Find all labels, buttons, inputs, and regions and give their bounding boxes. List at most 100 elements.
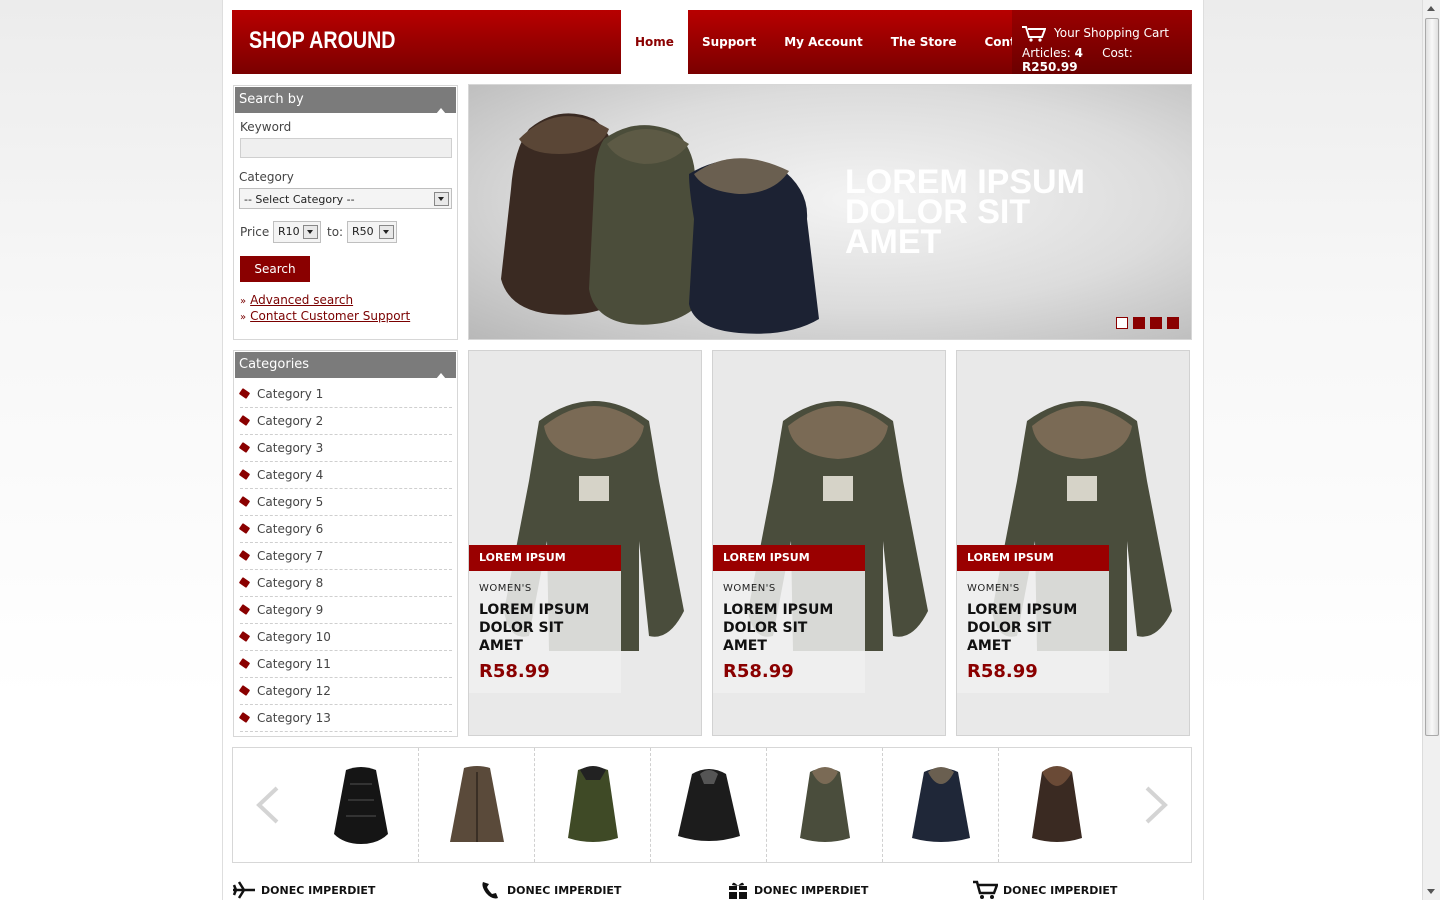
nav-my-account[interactable]: My Account [770,10,877,74]
notch-icon [436,108,446,114]
product-info: WOMEN'S LOREM IPSUM DOLOR SIT AMET R58.9… [469,571,621,693]
advanced-search-link[interactable]: Advanced search [250,293,353,307]
phone-icon [482,882,498,899]
cart-articles-value: 4 [1074,46,1083,60]
slider-dot-4[interactable] [1167,317,1179,329]
chevron-down-icon [379,225,394,239]
carousel-thumb[interactable] [535,748,651,862]
cart-icon [1022,26,1046,42]
double-chevron-right-icon: » [240,312,247,323]
search-box-title-text: Search by [239,92,304,107]
jacket-thumbnail [568,766,618,842]
airplane-icon [232,881,255,899]
cart-cost-value: R250.99 [1022,60,1078,74]
jackets-image [501,113,819,334]
site-header: SHOP AROUND Home Support My Account The … [232,10,1192,74]
scrollbar-thumb[interactable] [1425,18,1439,736]
slider-dot-2[interactable] [1133,317,1145,329]
categories-box-title: Categories [235,352,456,379]
category-item-label: Category 10 [257,630,331,644]
contact-support-link[interactable]: Contact Customer Support [250,309,410,323]
jacket-thumbnail [334,767,388,844]
hero-slider[interactable]: LOREM IPSUM DOLOR SIT AMET [468,84,1192,340]
tag-icon [238,415,251,426]
shopping-cart-summary[interactable]: Your Shopping Cart Articles: 4 Cost: R25… [1012,10,1192,74]
cart-details: Articles: 4 Cost: R250.99 [1022,46,1192,74]
tag-icon [238,388,251,399]
vertical-scrollbar[interactable] [1422,0,1440,900]
category-item[interactable]: Category 9 [238,597,452,624]
slider-dot-3[interactable] [1150,317,1162,329]
category-item-label: Category 5 [257,495,324,509]
category-item-label: Category 6 [257,522,324,536]
product-title[interactable]: LOREM IPSUM DOLOR SIT AMET [723,601,863,655]
cart-cost-label: Cost: [1102,46,1133,60]
category-item[interactable]: Category 6 [238,516,452,543]
price-from-select[interactable]: R10 [273,221,321,243]
carousel-thumb[interactable] [999,748,1114,862]
slider-headline: LOREM IPSUM DOLOR SIT AMET [845,163,1085,261]
feature-item: DONEC IMPERDIET [480,880,621,900]
scroll-down-arrow-icon[interactable] [1423,883,1440,900]
feature-item: DONEC IMPERDIET [727,880,868,900]
category-item[interactable]: Category 13 [238,705,452,732]
product-tag: LOREM IPSUM [713,545,865,571]
category-item[interactable]: Category 7 [238,543,452,570]
category-item[interactable]: Category 4 [238,462,452,489]
price-to-select[interactable]: R50 [347,221,397,243]
carousel-thumb[interactable] [651,748,767,862]
tag-icon [238,577,251,588]
nav-support[interactable]: Support [688,10,770,74]
advanced-search-row: » Advanced search [240,293,353,307]
feature-item: DONEC IMPERDIET [972,880,1117,900]
product-subtitle: WOMEN'S [967,583,1020,594]
category-item[interactable]: Category 12 [238,678,452,705]
tag-icon [238,469,251,480]
product-card[interactable]: LOREM IPSUM WOMEN'S LOREM IPSUM DOLOR SI… [468,350,702,736]
carousel-thumb[interactable] [767,748,883,862]
category-list: Category 1 Category 2 Category 3 Category 4… [238,381,452,732]
jacket-thumbnail [912,767,970,842]
nav-home[interactable]: Home [621,10,688,74]
keyword-input[interactable] [240,138,452,158]
site-logo[interactable]: SHOP AROUND [249,27,396,55]
main-nav: Home Support My Account The Store Contac… [621,10,1051,74]
slider-dot-1[interactable] [1116,317,1128,329]
category-select[interactable]: -- Select Category -- [239,188,452,209]
category-item[interactable]: Category 3 [238,435,452,462]
product-card[interactable]: LOREM IPSUM WOMEN'S LOREM IPSUM DOLOR SI… [956,350,1190,736]
product-card[interactable]: LOREM IPSUM WOMEN'S LOREM IPSUM DOLOR SI… [712,350,946,736]
category-item[interactable]: Category 1 [238,381,452,408]
category-item[interactable]: Category 8 [238,570,452,597]
feature-label: DONEC IMPERDIET [261,883,376,897]
chevron-right-icon[interactable] [1143,786,1171,824]
chevron-down-icon [434,192,449,206]
cart-articles-label: Articles: [1022,46,1071,60]
category-item-label: Category 2 [257,414,324,428]
nav-the-store[interactable]: The Store [877,10,971,74]
jacket-thumbnail [1032,766,1082,842]
carousel-thumb[interactable] [419,748,535,862]
category-item[interactable]: Category 2 [238,408,452,435]
search-button[interactable]: Search [240,256,310,282]
chevron-left-icon[interactable] [253,786,281,824]
carousel-thumb[interactable] [303,748,419,862]
category-item[interactable]: Category 11 [238,651,452,678]
scroll-up-arrow-icon[interactable] [1423,0,1440,17]
category-item[interactable]: Category 10 [238,624,452,651]
category-item-label: Category 13 [257,711,331,725]
product-price: R58.99 [479,661,550,682]
category-select-value: -- Select Category -- [244,193,355,206]
product-title[interactable]: LOREM IPSUM DOLOR SIT AMET [967,601,1107,655]
tag-icon [238,685,251,696]
category-item-label: Category 7 [257,549,324,563]
category-item-label: Category 9 [257,603,324,617]
product-carousel [232,747,1192,863]
product-title[interactable]: LOREM IPSUM DOLOR SIT AMET [479,601,619,655]
price-label: Price [240,225,270,239]
tag-icon [238,712,251,723]
carousel-thumb[interactable] [883,748,999,862]
category-item[interactable]: Category 5 [238,489,452,516]
product-subtitle: WOMEN'S [479,583,532,594]
category-item-label: Category 12 [257,684,331,698]
